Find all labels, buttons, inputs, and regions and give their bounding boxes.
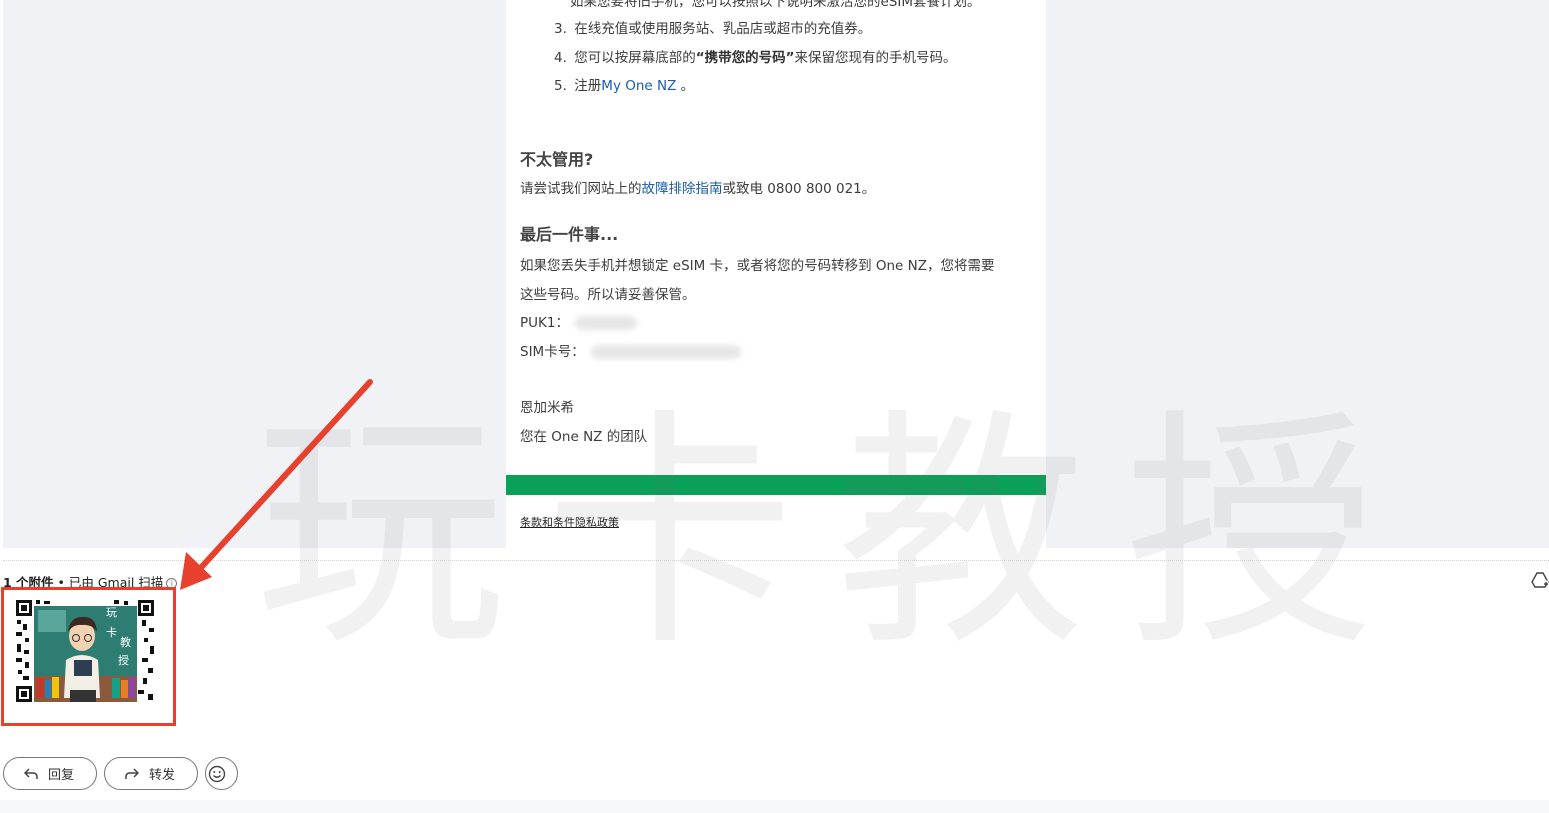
help-heading: 不太管用? <box>520 150 594 169</box>
smiley-icon <box>208 765 225 782</box>
puk-row: PUK1： <box>520 311 637 331</box>
thumb-char-1: 玩 <box>106 606 117 619</box>
step-5: 5. 注册My One NZ 。 <box>554 78 695 94</box>
cut-off-line: 如果您要将旧手机，您可以按照以下说明来激活您的eSIM套餐计划。 <box>570 0 981 10</box>
add-to-drive-icon[interactable] <box>1531 571 1549 589</box>
thumb-char-2: 卡 <box>106 626 117 639</box>
sim-redacted <box>590 345 741 359</box>
puk-redacted <box>574 316 637 330</box>
attachment-highlight-box: 玩 卡 教 授 <box>1 587 176 726</box>
legal-link[interactable]: 条款和条件隐私政策 <box>520 514 619 530</box>
last-line-2: 这些号码。所以请妥善保管。 <box>520 287 696 303</box>
last-line-1: 如果您丢失手机并想锁定 eSIM 卡，或者将您的号码转移到 One NZ，您将需… <box>520 258 995 274</box>
footer-green-bar <box>506 475 1046 495</box>
bottom-strip <box>0 800 1549 813</box>
attachment-thumbnail[interactable]: 玩 卡 教 授 <box>14 598 157 705</box>
attachments-divider <box>3 560 1549 561</box>
last-heading: 最后一件事... <box>520 225 619 244</box>
forward-icon <box>125 767 139 779</box>
my-one-nz-link[interactable]: My One NZ <box>601 78 676 94</box>
step-3: 3. 在线充值或使用服务站、乳品店或超市的充值券。 <box>554 21 872 37</box>
sim-row: SIM卡号： <box>520 340 741 360</box>
signoff-1: 恩加米希 <box>520 400 574 416</box>
thumb-char-3: 教 <box>120 636 131 649</box>
reply-button[interactable]: 回复 <box>3 757 97 790</box>
thumb-char-4: 授 <box>118 653 129 667</box>
step-4: 4. 您可以按屏幕底部的“携带您的号码”来保留您现有的手机号码。 <box>554 50 957 66</box>
qr-code-image: 玩 卡 教 授 <box>14 598 157 705</box>
bring-number-text: “携带您的号码” <box>695 50 795 66</box>
signoff-2: 您在 One NZ 的团队 <box>520 429 648 445</box>
emoji-reaction-button[interactable] <box>205 757 238 790</box>
forward-button[interactable]: 转发 <box>104 757 198 790</box>
help-text: 请尝试我们网站上的故障排除指南或致电 0800 800 021。 <box>520 181 876 197</box>
reply-icon <box>24 767 38 779</box>
troubleshoot-link[interactable]: 故障排除指南 <box>642 181 723 197</box>
